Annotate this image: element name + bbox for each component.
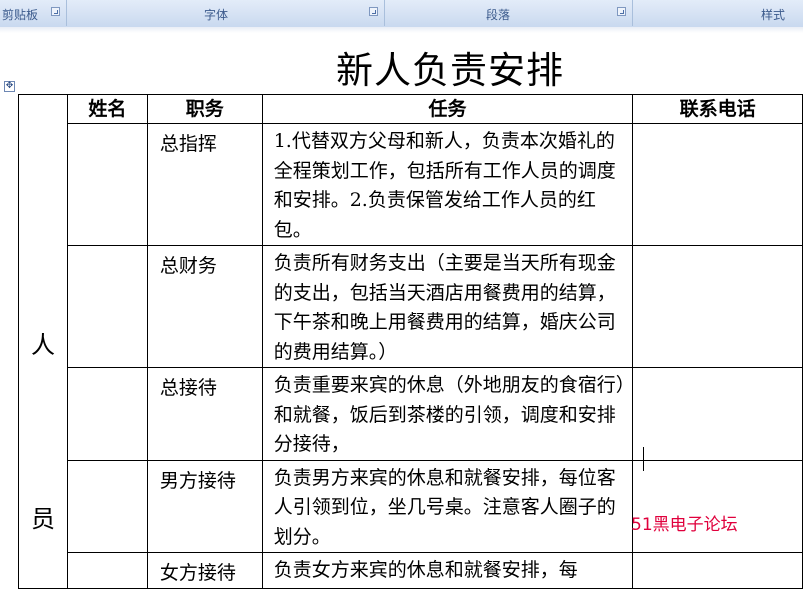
ribbon-group-label: 样式 <box>761 8 786 22</box>
name-cell[interactable] <box>66 367 148 461</box>
phone-cell[interactable] <box>632 367 803 461</box>
task-cell[interactable]: 1.代替双方父母和新人，负责本次婚礼的全程策划工作，包括所有工作人员的调度和安排… <box>261 123 634 246</box>
name-cell[interactable] <box>66 245 148 368</box>
ribbon-group-label: 字体 <box>204 8 229 22</box>
table-row: 女方接待 负责女方来宾的休息和就餐安排，每 <box>19 552 803 589</box>
ribbon-shadow <box>0 27 803 33</box>
table-row: 男方接待 负责男方来宾的休息和就餐安排，每位客人引领到位，坐几号桌。注意客人圈子… <box>19 459 803 553</box>
header-task[interactable]: 任务 <box>261 94 634 124</box>
ribbon-group-font: 字体 <box>66 0 385 26</box>
table-row: 总指挥 1.代替双方父母和新人，负责本次婚礼的全程策划工作，包括所有工作人员的调… <box>19 123 803 246</box>
task-cell[interactable]: 负责男方来宾的休息和就餐安排，每位客人引领到位，坐几号桌。注意客人圈子的划分。 <box>261 459 634 553</box>
table-row: 总财务 负责所有财务支出（主要是当天所有现金的支出，包括当天酒店用餐费用的结算，… <box>19 245 803 368</box>
name-cell[interactable] <box>66 123 148 246</box>
task-cell[interactable]: 负责女方来宾的休息和就餐安排，每 <box>261 552 634 589</box>
role-cell[interactable]: 女方接待 <box>146 552 263 589</box>
text-cursor <box>643 447 644 471</box>
ribbon-group-strip: 剪贴板 字体 段落 样式 <box>0 0 803 28</box>
table-header-row: 人 员 姓名 职务 任务 联系电话 <box>18 94 803 589</box>
name-cell[interactable] <box>66 459 148 553</box>
phone-cell[interactable] <box>632 552 803 589</box>
dialog-launcher-icon[interactable] <box>617 7 626 16</box>
phone-cell[interactable] <box>632 245 803 368</box>
side-label-cell[interactable]: 人 员 <box>18 94 68 589</box>
ribbon-group-clipboard: 剪贴板 <box>0 0 67 26</box>
header-name[interactable]: 姓名 <box>66 94 148 124</box>
watermark-text: 51黑电子论坛 <box>631 515 738 535</box>
ribbon-group-label: 段落 <box>486 8 511 22</box>
phone-cell[interactable] <box>632 459 803 553</box>
side-label-char: 员 <box>30 504 55 533</box>
task-cell[interactable]: 负责重要来宾的休息（外地朋友的食宿行）和就餐，饭后到茶楼的引领，调度和安排分接待… <box>261 367 634 461</box>
role-cell[interactable]: 总指挥 <box>146 123 263 246</box>
name-cell[interactable] <box>66 552 148 589</box>
side-label-char: 人 <box>30 330 55 359</box>
dialog-launcher-icon[interactable] <box>51 7 60 16</box>
role-cell[interactable]: 总接待 <box>146 367 263 461</box>
role-cell[interactable]: 男方接待 <box>146 459 263 553</box>
document-title[interactable]: 新人负责安排 <box>260 40 640 94</box>
dialog-launcher-icon[interactable] <box>369 7 378 16</box>
ribbon-group-paragraph: 段落 <box>385 0 633 26</box>
role-cell[interactable]: 总财务 <box>146 245 263 368</box>
table-move-handle-icon[interactable]: ✥ <box>4 81 15 92</box>
header-role[interactable]: 职务 <box>146 94 263 124</box>
table-row: 总接待 负责重要来宾的休息（外地朋友的食宿行）和就餐，饭后到茶楼的引领，调度和安… <box>19 367 803 461</box>
ribbon-group-styles: 样式 <box>633 0 803 26</box>
ribbon-group-label: 剪贴板 <box>2 8 39 22</box>
task-cell[interactable]: 负责所有财务支出（主要是当天所有现金的支出，包括当天酒店用餐费用的结算，下午茶和… <box>261 245 634 368</box>
header-phone[interactable]: 联系电话 <box>632 94 803 124</box>
phone-cell[interactable] <box>632 123 803 246</box>
